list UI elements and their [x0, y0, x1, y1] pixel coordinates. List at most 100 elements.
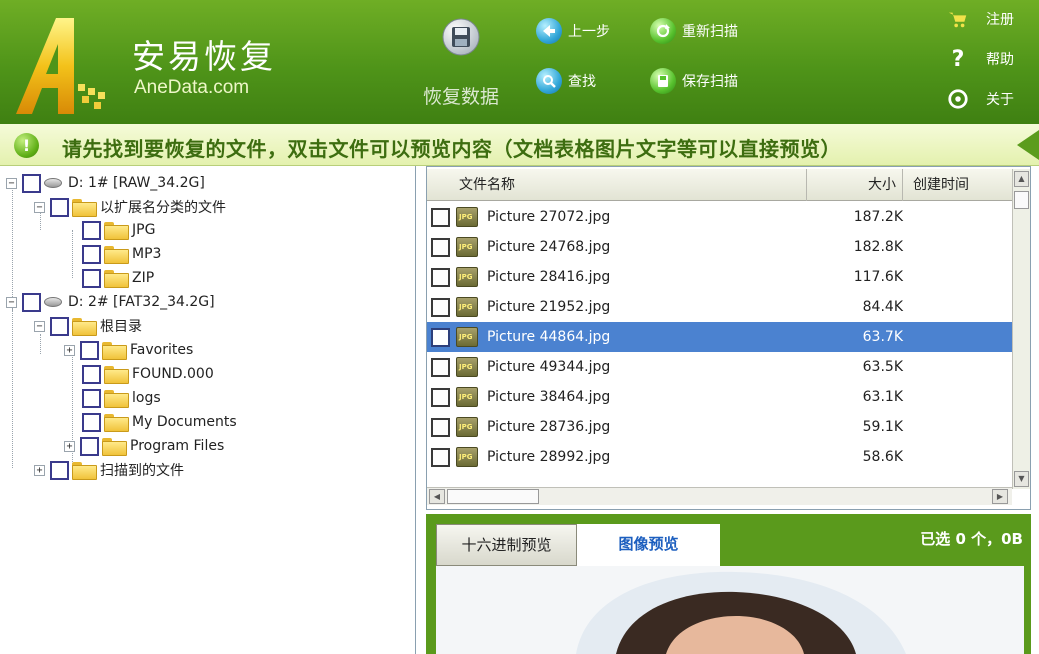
- jpg-file-icon: [456, 297, 478, 317]
- folder-icon: [104, 390, 129, 408]
- folder-icon: [104, 414, 129, 432]
- horizontal-scrollbar[interactable]: ◀ ▶: [427, 487, 1012, 505]
- refresh-icon: [650, 18, 676, 44]
- tree-node-zip[interactable]: ZIP: [82, 267, 154, 289]
- folder-icon: [72, 462, 97, 480]
- jpg-file-icon: [456, 207, 478, 227]
- folder-icon: [104, 366, 129, 384]
- vertical-scrollbar[interactable]: ▲ ▼: [1012, 169, 1030, 489]
- tree-node-drive-fat32[interactable]: − D: 2# [FAT32_34.2G]: [6, 291, 215, 313]
- file-row[interactable]: Picture 28416.jpg 117.6K: [427, 262, 1012, 292]
- column-header-created[interactable]: 创建时间: [903, 169, 1012, 201]
- tree-checkbox[interactable]: [82, 220, 101, 240]
- help-button[interactable]: ? 帮助: [946, 46, 1014, 72]
- tree-node-scanned-files[interactable]: + 扫描到的文件: [34, 459, 184, 481]
- collapse-toggle[interactable]: −: [34, 201, 45, 213]
- about-button[interactable]: 关于: [946, 86, 1014, 112]
- tab-hex-preview[interactable]: 十六进制预览: [436, 524, 577, 566]
- tree-checkbox[interactable]: [50, 316, 69, 336]
- expand-toggle[interactable]: +: [64, 344, 75, 356]
- file-size: 84.4K: [862, 299, 903, 315]
- tree-checkbox[interactable]: [22, 173, 41, 193]
- jpg-file-icon: [456, 447, 478, 467]
- file-checkbox[interactable]: [431, 237, 450, 257]
- folder-icon: [72, 318, 97, 336]
- file-checkbox[interactable]: [431, 387, 450, 407]
- prev-step-button[interactable]: 上一步: [536, 16, 610, 46]
- brand-name-en: AneData.com: [134, 77, 250, 98]
- file-name: Picture 38464.jpg: [487, 389, 611, 405]
- collapse-toggle[interactable]: −: [34, 320, 45, 332]
- expand-toggle[interactable]: +: [64, 440, 75, 452]
- file-name: Picture 28992.jpg: [487, 449, 611, 465]
- file-checkbox[interactable]: [431, 357, 450, 377]
- scroll-up-icon[interactable]: ▲: [1014, 171, 1029, 187]
- scroll-thumb[interactable]: [1014, 191, 1029, 209]
- tree-checkbox[interactable]: [22, 292, 41, 312]
- find-button[interactable]: 查找: [536, 66, 596, 96]
- tree-checkbox[interactable]: [82, 364, 101, 384]
- tree-checkbox[interactable]: [50, 197, 69, 217]
- rescan-button[interactable]: 重新扫描: [650, 16, 738, 46]
- file-row[interactable]: Picture 24768.jpg 182.8K: [427, 232, 1012, 262]
- collapse-arrow-icon[interactable]: [1017, 130, 1039, 160]
- collapse-toggle[interactable]: −: [6, 296, 17, 308]
- folder-tree: − D: 1# [RAW_34.2G] − 以扩展名分类的文件 JPG MP3 …: [0, 166, 416, 654]
- arrow-left-icon: [536, 18, 562, 44]
- scroll-thumb[interactable]: [447, 489, 539, 504]
- register-button[interactable]: 注册: [946, 6, 1014, 32]
- scroll-down-icon[interactable]: ▼: [1014, 471, 1029, 487]
- tree-node-jpg[interactable]: JPG: [82, 219, 155, 241]
- tree-checkbox[interactable]: [80, 340, 99, 360]
- file-name: Picture 24768.jpg: [487, 239, 611, 255]
- file-checkbox[interactable]: [431, 207, 450, 227]
- file-list: 文件名称 大小 创建时间 Picture 27072.jpg187.2KPict…: [426, 166, 1031, 510]
- folder-icon: [72, 199, 97, 217]
- tree-node-drive-raw[interactable]: − D: 1# [RAW_34.2G]: [6, 172, 205, 194]
- file-row[interactable]: Picture 38464.jpg 63.1K: [427, 382, 1012, 412]
- notice-bar: ! 请先找到要恢复的文件，双击文件可以预览内容（文档表格图片文字等可以直接预览）: [0, 124, 1039, 166]
- scroll-right-icon[interactable]: ▶: [992, 489, 1008, 504]
- image-preview-area: [436, 566, 1024, 654]
- recover-data-button[interactable]: 恢复数据: [408, 18, 514, 118]
- save-scan-button[interactable]: 保存扫描: [650, 66, 738, 96]
- scroll-left-icon[interactable]: ◀: [429, 489, 445, 504]
- file-row[interactable]: Picture 28736.jpg 59.1K: [427, 412, 1012, 442]
- folder-icon: [102, 438, 127, 456]
- file-row[interactable]: Picture 49344.jpg 63.5K: [427, 352, 1012, 382]
- tree-checkbox[interactable]: [80, 436, 99, 456]
- cart-icon: [946, 7, 970, 31]
- tree-checkbox[interactable]: [82, 412, 101, 432]
- file-row[interactable]: Picture 21952.jpg 84.4K: [427, 292, 1012, 322]
- collapse-toggle[interactable]: −: [6, 177, 17, 189]
- tab-image-preview[interactable]: 图像预览: [577, 524, 720, 568]
- tree-checkbox[interactable]: [82, 268, 101, 288]
- file-checkbox[interactable]: [431, 327, 450, 347]
- jpg-file-icon: [456, 357, 478, 377]
- column-header-name[interactable]: 文件名称: [427, 169, 807, 201]
- tree-node-mp3[interactable]: MP3: [82, 243, 161, 265]
- tree-node-logs[interactable]: logs: [82, 387, 161, 409]
- file-name: Picture 28416.jpg: [487, 269, 611, 285]
- file-row[interactable]: Picture 28992.jpg 58.6K: [427, 442, 1012, 472]
- tree-node-my-documents[interactable]: My Documents: [82, 411, 237, 433]
- tree-node-root[interactable]: − 根目录: [34, 315, 142, 337]
- tree-node-program-files[interactable]: + Program Files: [64, 435, 224, 457]
- tree-checkbox[interactable]: [50, 460, 69, 480]
- tree-checkbox[interactable]: [82, 244, 101, 264]
- column-header-size[interactable]: 大小: [807, 169, 903, 201]
- file-checkbox[interactable]: [431, 417, 450, 437]
- tree-checkbox[interactable]: [82, 388, 101, 408]
- expand-toggle[interactable]: +: [34, 464, 45, 476]
- file-size: 182.8K: [853, 239, 903, 255]
- file-row[interactable]: Picture 44864.jpg 63.7K: [427, 322, 1012, 352]
- tree-node-by-extension[interactable]: − 以扩展名分类的文件: [34, 196, 226, 218]
- tree-node-favorites[interactable]: + Favorites: [64, 339, 193, 361]
- tree-node-found000[interactable]: FOUND.000: [82, 363, 214, 385]
- folder-icon: [104, 270, 129, 288]
- folder-icon: [104, 246, 129, 264]
- file-checkbox[interactable]: [431, 297, 450, 317]
- file-checkbox[interactable]: [431, 447, 450, 467]
- file-checkbox[interactable]: [431, 267, 450, 287]
- file-row[interactable]: Picture 27072.jpg 187.2K: [427, 202, 1012, 232]
